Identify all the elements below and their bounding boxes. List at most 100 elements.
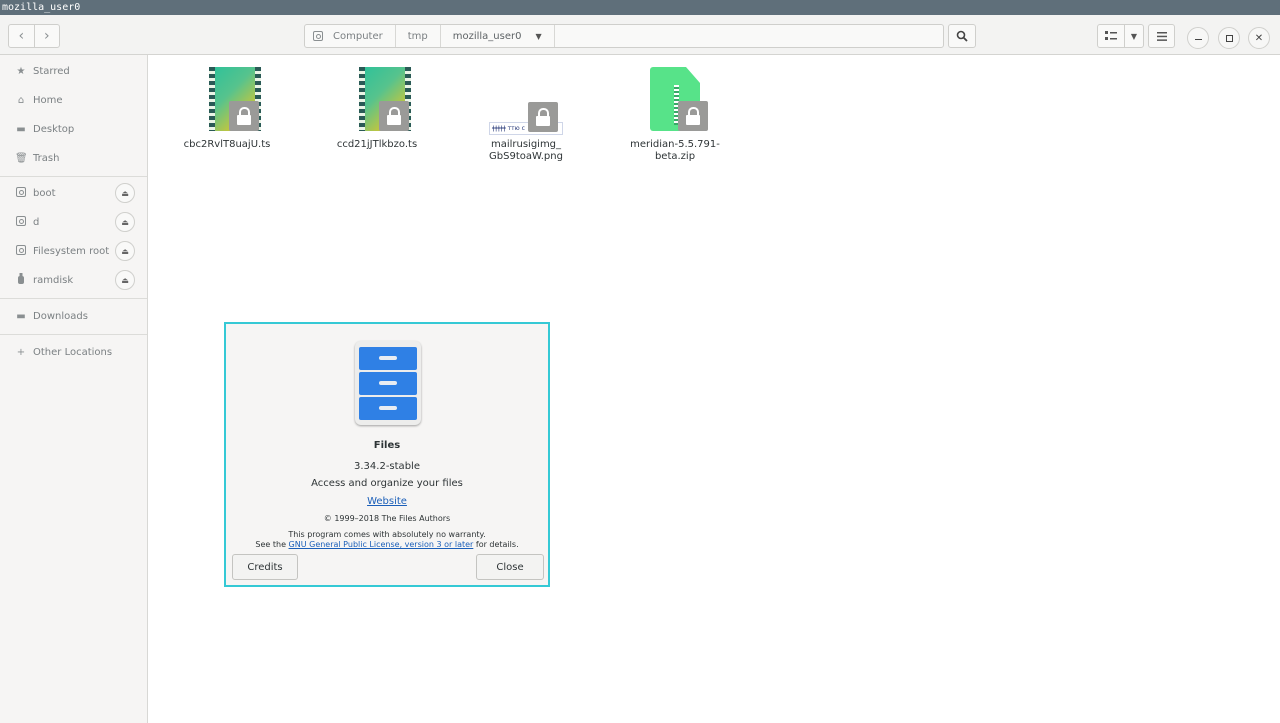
sidebar-item-label: d — [33, 216, 40, 228]
file-name: cbc2RvlT8uajU.ts — [183, 139, 271, 150]
eject-button[interactable]: ⏏ — [115, 212, 135, 232]
file-item[interactable]: ccd21jJTlkbzo.ts — [317, 67, 437, 151]
image-file-icon: ǂǂǂǂǂ ттю с — [466, 67, 586, 139]
sidebar-item-label: Downloads — [33, 310, 88, 322]
app-name: Files — [373, 440, 401, 451]
chevron-right-icon: › — [43, 28, 50, 44]
website-link[interactable]: Website — [367, 496, 407, 507]
credits-label: Credits — [247, 561, 283, 573]
view-options-dropdown[interactable]: ▼ — [1125, 25, 1143, 47]
minimize-button[interactable] — [1187, 27, 1209, 49]
sidebar-item-downloads[interactable]: ▬ Downloads — [0, 304, 147, 328]
license-prefix: See the — [255, 540, 289, 549]
path-bar: Computer tmp mozilla_user0 ▼ — [304, 24, 944, 48]
sidebar-separator — [0, 334, 147, 335]
maximize-button[interactable] — [1218, 27, 1240, 49]
sidebar-item-label: boot — [33, 187, 56, 199]
drive-icon — [15, 244, 27, 258]
file-item[interactable]: ǂǂǂǂǂ ттю с mailrusigimg_ GbS9toaW.png — [466, 67, 586, 163]
drive-icon — [313, 31, 323, 41]
crumb-tmp[interactable]: tmp — [396, 25, 441, 47]
video-file-icon — [317, 67, 437, 139]
search-icon — [956, 30, 968, 42]
plus-icon: + — [16, 346, 26, 358]
drive-icon — [15, 186, 27, 200]
menu-button[interactable] — [1148, 24, 1175, 48]
sidebar-item-other-locations[interactable]: + Other Locations — [0, 340, 147, 364]
sidebar-item-trash[interactable]: 🗑 Trash — [0, 146, 147, 170]
list-view-icon — [1105, 31, 1117, 40]
crumb-mozilla-user0[interactable]: mozilla_user0 ▼ — [441, 25, 555, 47]
sidebar: ★ Starred ⌂ Home ▬ Desktop 🗑 Trash boot … — [0, 55, 148, 723]
view-toggle-group: ▼ — [1097, 24, 1144, 48]
file-name: meridian-5.5.791- beta.zip — [630, 139, 720, 162]
search-button[interactable] — [948, 24, 976, 48]
sidebar-item-boot[interactable]: boot ⏏ — [0, 181, 147, 205]
file-cabinet-icon — [355, 341, 421, 425]
caret-down-icon: ▼ — [535, 31, 542, 41]
sidebar-separator — [0, 298, 147, 299]
maximize-icon — [1225, 34, 1233, 42]
lock-icon — [229, 101, 259, 131]
sidebar-item-label: Trash — [33, 152, 60, 164]
drive-icon — [15, 215, 27, 229]
list-view-button[interactable] — [1098, 25, 1125, 47]
copyright-text: © 1999–2018 The Files Authors — [323, 514, 451, 523]
app-description: Access and organize your files — [311, 478, 463, 489]
credits-button[interactable]: Credits — [232, 554, 298, 580]
trash-icon: 🗑 — [15, 152, 28, 164]
crumb-computer[interactable]: Computer — [305, 25, 396, 47]
close-button[interactable]: Close — [476, 554, 544, 580]
hamburger-icon — [1156, 31, 1167, 41]
license-text: See the GNU General Public License, vers… — [226, 540, 548, 549]
forward-button[interactable]: › — [33, 25, 60, 47]
star-icon: ★ — [16, 65, 26, 77]
close-label: Close — [496, 561, 524, 573]
back-button[interactable]: ‹ — [9, 25, 34, 47]
file-item[interactable]: meridian-5.5.791- beta.zip — [615, 67, 735, 163]
sidebar-item-d[interactable]: d ⏏ — [0, 210, 147, 234]
crumb-label: tmp — [407, 30, 428, 42]
close-window-button[interactable]: ✕ — [1248, 27, 1270, 49]
warranty-text: This program comes with absolutely no wa… — [288, 530, 486, 539]
file-name: mailrusigimg_ GbS9toaW.png — [489, 139, 563, 162]
window-title: mozilla_user0 — [0, 0, 1280, 15]
sidebar-item-label: Other Locations — [33, 346, 113, 358]
nav-buttons: ‹ › — [8, 24, 60, 48]
sidebar-item-label: Home — [33, 94, 63, 106]
license-link[interactable]: GNU General Public License, version 3 or… — [289, 540, 474, 549]
sidebar-item-ramdisk[interactable]: ramdisk ⏏ — [0, 268, 147, 292]
chevron-left-icon: ‹ — [18, 28, 25, 44]
sidebar-item-label: ramdisk — [33, 274, 74, 286]
folder-icon: ▬ — [16, 310, 26, 322]
sidebar-item-label: Filesystem root — [33, 245, 110, 257]
crumb-label: mozilla_user0 — [452, 30, 522, 42]
header-bar: ‹ › Computer tmp mozilla_user0 ▼ ▼ ✕ — [0, 15, 1280, 55]
eject-button[interactable]: ⏏ — [115, 270, 135, 290]
about-dialog: Files 3.34.2-stable Access and organize … — [224, 322, 550, 587]
sidebar-item-label: Desktop — [33, 123, 75, 135]
lock-icon — [678, 101, 708, 131]
video-file-icon — [167, 67, 287, 139]
folder-icon: ▬ — [16, 123, 26, 135]
sidebar-item-desktop[interactable]: ▬ Desktop — [0, 117, 147, 141]
caret-down-icon: ▼ — [1130, 31, 1138, 41]
lock-icon — [528, 102, 558, 132]
minimize-icon — [1194, 38, 1202, 41]
sidebar-item-starred[interactable]: ★ Starred — [0, 59, 147, 83]
zip-file-icon — [615, 67, 735, 139]
eject-button[interactable]: ⏏ — [115, 183, 135, 203]
app-version: 3.34.2-stable — [354, 461, 420, 472]
sidebar-item-label: Starred — [33, 65, 70, 77]
lock-icon — [379, 101, 409, 131]
file-item[interactable]: cbc2RvlT8uajU.ts — [167, 67, 287, 151]
usb-icon — [15, 273, 27, 287]
eject-button[interactable]: ⏏ — [115, 241, 135, 261]
sidebar-item-home[interactable]: ⌂ Home — [0, 88, 147, 112]
close-icon: ✕ — [1254, 32, 1264, 44]
sidebar-item-filesystem-root[interactable]: Filesystem root ⏏ — [0, 239, 147, 263]
file-name: ccd21jJTlkbzo.ts — [336, 139, 418, 150]
license-suffix: for details. — [473, 540, 519, 549]
crumb-label: Computer — [333, 30, 383, 42]
home-icon: ⌂ — [17, 94, 25, 106]
